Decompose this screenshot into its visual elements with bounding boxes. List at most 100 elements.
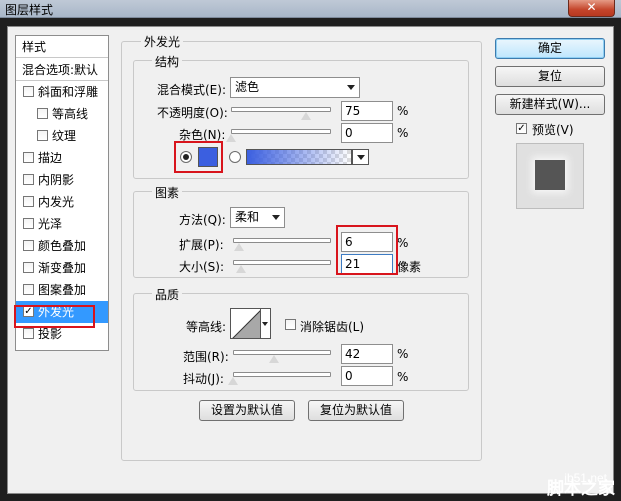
- sidebar-item-checkbox[interactable]: [23, 240, 34, 251]
- size-slider[interactable]: [233, 260, 331, 265]
- highlight-outer-glow-item: [14, 305, 95, 328]
- jitter-slider-thumb[interactable]: [228, 377, 238, 385]
- glow-gradient-picker[interactable]: [246, 149, 352, 165]
- elements-title: 图素: [152, 184, 183, 201]
- contour-preview[interactable]: [230, 308, 261, 339]
- jitter-unit: %: [397, 370, 409, 384]
- sidebar-item-checkbox[interactable]: [23, 262, 34, 273]
- antialias-checkbox[interactable]: [285, 319, 296, 330]
- chevron-down-icon: [262, 322, 268, 326]
- style-preview-swatch: [535, 160, 565, 190]
- sidebar-item[interactable]: 图案叠加: [16, 279, 108, 301]
- title-bar: [0, 0, 621, 18]
- sidebar-item[interactable]: 光泽: [16, 213, 108, 235]
- blend-mode-value: 滤色: [235, 80, 260, 94]
- noise-slider[interactable]: [231, 129, 331, 134]
- sidebar-item[interactable]: 内阴影: [16, 169, 108, 191]
- range-slider-thumb[interactable]: [269, 355, 280, 363]
- close-button[interactable]: ✕: [568, 0, 615, 17]
- spread-label: 扩展(P):: [179, 238, 224, 252]
- contour-dropdown[interactable]: [261, 308, 271, 339]
- range-label: 范围(R):: [183, 350, 229, 364]
- opacity-input[interactable]: 75: [341, 101, 393, 121]
- sidebar-item[interactable]: 混合选项:默认: [16, 59, 108, 81]
- sidebar-item[interactable]: 渐变叠加: [16, 257, 108, 279]
- contour-label: 等高线:: [186, 320, 227, 334]
- size-slider-thumb[interactable]: [236, 265, 247, 273]
- sidebar-item-checkbox[interactable]: [23, 284, 34, 295]
- noise-unit: %: [397, 126, 409, 140]
- sidebar-item-checkbox[interactable]: [23, 86, 34, 97]
- range-input[interactable]: 42: [341, 344, 393, 364]
- style-preview-box: [516, 143, 584, 209]
- size-label: 大小(S):: [179, 260, 225, 274]
- sidebar-item[interactable]: 等高线: [16, 103, 108, 125]
- spread-slider-thumb[interactable]: [233, 243, 244, 251]
- reset-button[interactable]: 复位: [495, 66, 605, 87]
- preview-checkbox[interactable]: ✓: [516, 123, 527, 134]
- jitter-slider[interactable]: [233, 372, 331, 377]
- outer-glow-title: 外发光: [141, 33, 184, 50]
- sidebar-item-checkbox[interactable]: [23, 174, 34, 185]
- sidebar-item[interactable]: 描边: [16, 147, 108, 169]
- styles-list: 样式 混合选项:默认斜面和浮雕等高线纹理描边内阴影内发光光泽颜色叠加渐变叠加图案…: [15, 35, 109, 351]
- styles-header-label: 样式: [22, 40, 47, 54]
- chevron-down-icon: [347, 85, 355, 90]
- gradient-dropdown[interactable]: [352, 149, 369, 165]
- noise-input[interactable]: 0: [341, 123, 393, 143]
- sidebar-item-label: 光泽: [38, 217, 63, 231]
- sidebar-item-checkbox[interactable]: [23, 328, 34, 339]
- sidebar-item-label: 斜面和浮雕: [38, 85, 99, 99]
- opacity-slider-thumb[interactable]: [301, 112, 311, 120]
- gradient-radio[interactable]: [229, 151, 241, 163]
- sidebar-item-label: 内阴影: [38, 173, 75, 187]
- sidebar-item-label: 纹理: [52, 129, 77, 143]
- structure-title: 结构: [152, 53, 183, 70]
- method-select[interactable]: 柔和: [230, 207, 285, 228]
- sidebar-item-label: 内发光: [38, 195, 75, 209]
- method-label: 方法(Q):: [179, 213, 226, 227]
- size-unit: 像素: [397, 260, 422, 274]
- ok-button[interactable]: 确定: [495, 38, 605, 59]
- window-title: 图层样式: [5, 3, 54, 17]
- sidebar-item-label: 颜色叠加: [38, 239, 87, 253]
- contour-curve-icon: [232, 310, 260, 338]
- sidebar-item-checkbox[interactable]: [37, 130, 48, 141]
- sidebar-item-checkbox[interactable]: [23, 152, 34, 163]
- sidebar-item-label: 混合选项:默认: [22, 63, 99, 77]
- sidebar-item[interactable]: 斜面和浮雕: [16, 81, 108, 103]
- sidebar-item-label: 描边: [38, 151, 63, 165]
- highlight-color-swatch: [174, 141, 223, 173]
- new-style-button[interactable]: 新建样式(W)...: [495, 94, 605, 115]
- make-default-button[interactable]: 设置为默认值: [199, 400, 295, 421]
- jitter-input[interactable]: 0: [341, 366, 393, 386]
- chevron-down-icon: [357, 155, 365, 160]
- sidebar-item-checkbox[interactable]: [37, 108, 48, 119]
- spread-unit: %: [397, 236, 409, 250]
- blend-mode-select[interactable]: 滤色: [230, 77, 360, 98]
- watermark-logo: 脚本之家: [547, 479, 615, 499]
- antialias-label: 消除锯齿(L): [300, 320, 365, 334]
- chevron-down-icon: [272, 215, 280, 220]
- opacity-unit: %: [397, 104, 409, 118]
- noise-slider-thumb[interactable]: [226, 134, 236, 142]
- sidebar-item-label: 等高线: [52, 107, 89, 121]
- sidebar-item-checkbox[interactable]: [23, 218, 34, 229]
- sidebar-item-checkbox[interactable]: [23, 196, 34, 207]
- highlight-spread-size: [336, 225, 398, 275]
- styles-header[interactable]: 样式: [16, 36, 108, 58]
- range-slider[interactable]: [233, 350, 331, 355]
- preview-label: 预览(V): [532, 123, 574, 137]
- sidebar-item[interactable]: 内发光: [16, 191, 108, 213]
- quality-title: 品质: [152, 286, 183, 303]
- sidebar-item-label: 渐变叠加: [38, 261, 87, 275]
- range-unit: %: [397, 347, 409, 361]
- sidebar-item[interactable]: 颜色叠加: [16, 235, 108, 257]
- opacity-label: 不透明度(O):: [157, 106, 228, 120]
- method-value: 柔和: [235, 210, 260, 224]
- sidebar-item-label: 图案叠加: [38, 283, 87, 297]
- sidebar-item[interactable]: 纹理: [16, 125, 108, 147]
- reset-default-button[interactable]: 复位为默认值: [308, 400, 404, 421]
- spread-slider[interactable]: [233, 238, 331, 243]
- opacity-slider[interactable]: [231, 107, 331, 112]
